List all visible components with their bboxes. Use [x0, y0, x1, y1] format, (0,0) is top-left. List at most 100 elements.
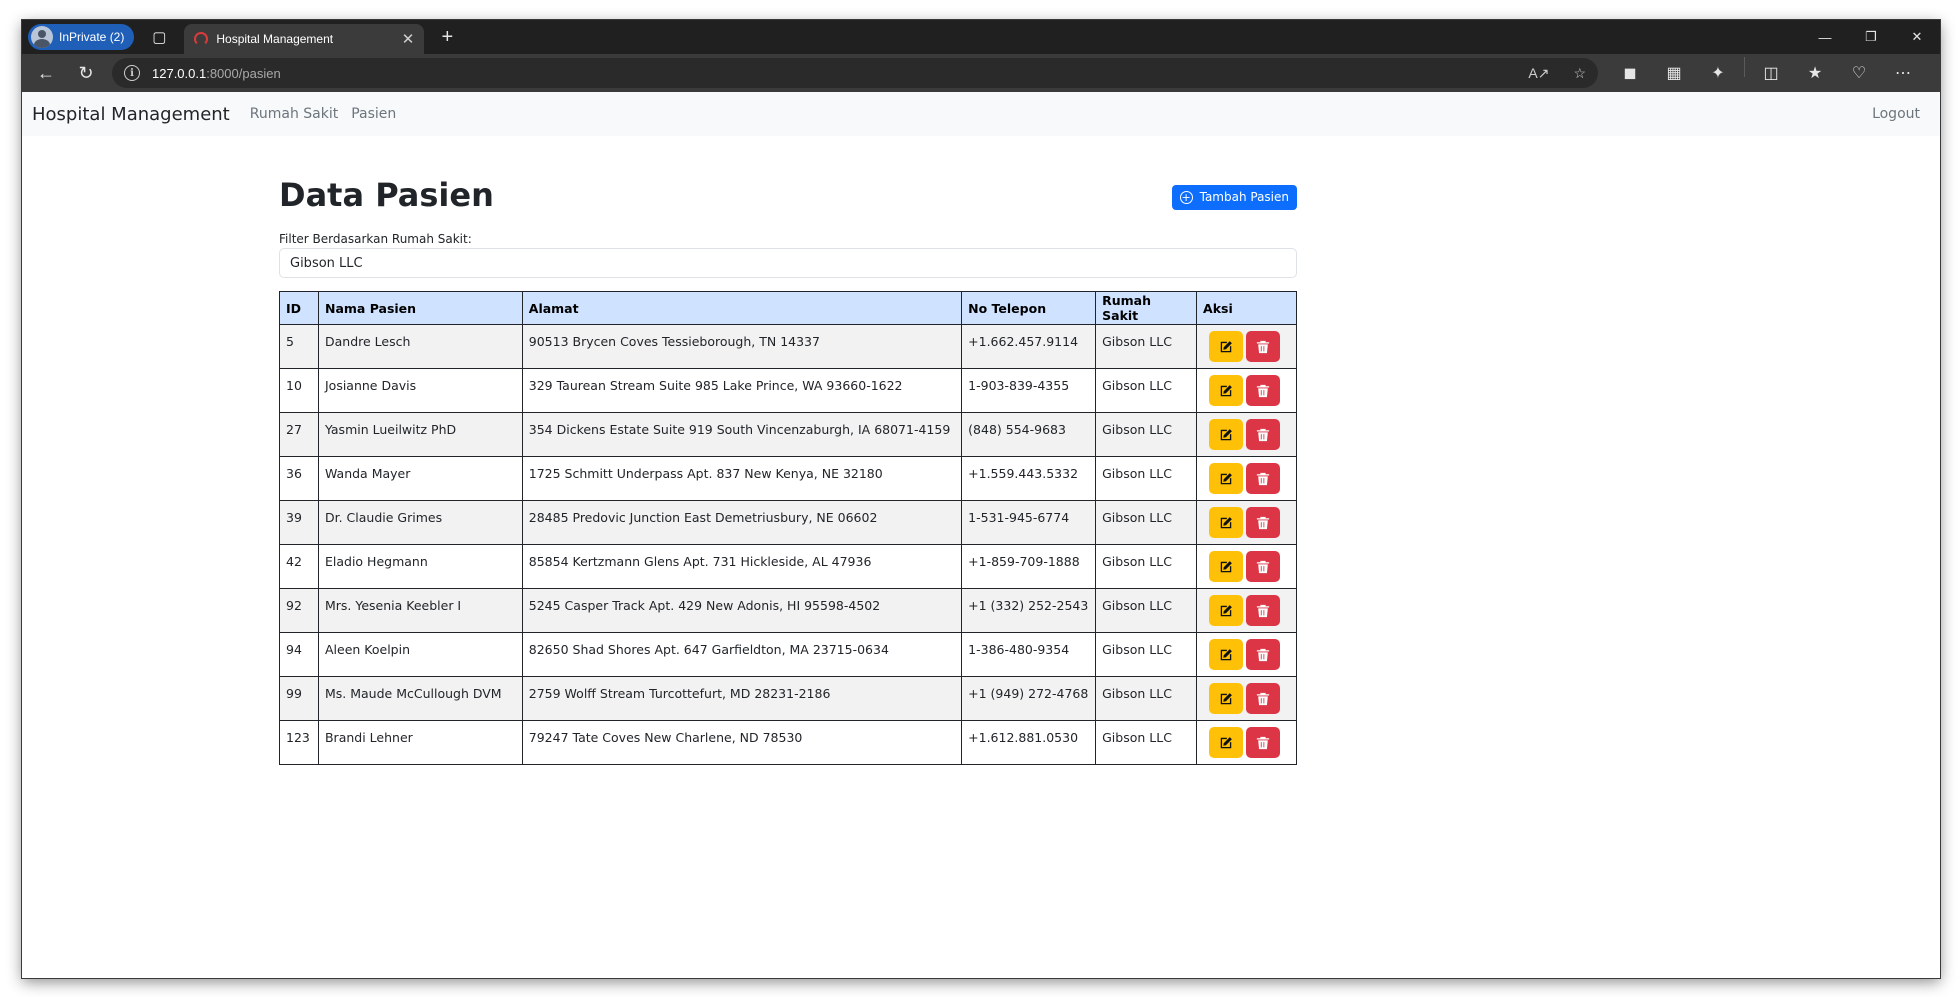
cell-hospital: Gibson LLC	[1095, 544, 1198, 589]
hospital-filter-select[interactable]: Gibson LLC	[279, 248, 1297, 278]
favorites-icon[interactable]: ★	[1793, 57, 1837, 89]
cell-name: Wanda Mayer	[317, 456, 523, 501]
table-row: 94 Aleen Koelpin 82650 Shad Shores Apt. 64…	[279, 632, 1297, 677]
cell-hospital: Gibson LLC	[1095, 676, 1198, 721]
health-icon[interactable]: ♡	[1837, 57, 1881, 89]
cell-hospital: Gibson LLC	[1095, 500, 1198, 545]
column-header-phone: No Telepon	[961, 291, 1097, 325]
edit-icon	[1219, 384, 1233, 398]
page-title: Data Pasien	[279, 176, 494, 214]
cell-id: 94	[279, 632, 319, 677]
cell-phone: +1 (949) 272-4768	[961, 676, 1097, 721]
url-field[interactable]: i 127.0.0.1:8000/pasien A↗ ☆	[112, 58, 1598, 88]
delete-button[interactable]	[1246, 551, 1281, 582]
cell-id: 39	[279, 500, 319, 545]
column-header-id: ID	[279, 291, 319, 325]
edit-button[interactable]	[1209, 331, 1244, 362]
cell-name: Brandi Lehner	[317, 720, 523, 765]
delete-button[interactable]	[1246, 331, 1281, 362]
restore-icon[interactable]: ❐	[1848, 20, 1894, 54]
cell-phone: 1-531-945-6774	[961, 500, 1097, 545]
edit-button[interactable]	[1209, 419, 1244, 450]
favorite-star-icon[interactable]: ☆	[1573, 65, 1586, 82]
cell-actions	[1196, 500, 1297, 545]
logout-link[interactable]: Logout	[1872, 106, 1920, 122]
table-header-row: ID Nama Pasien Alamat No Telepon Rumah S…	[279, 291, 1297, 325]
cell-phone: +1.612.881.0530	[961, 720, 1097, 765]
cell-actions	[1196, 720, 1297, 765]
column-header-address: Alamat	[521, 291, 963, 325]
brand-link[interactable]: Hospital Management	[32, 104, 230, 125]
extension-icon[interactable]: ✦	[1696, 57, 1740, 89]
table-row: 99 Ms. Maude McCullough DVM 2759 Wolff Str…	[279, 676, 1297, 721]
delete-button[interactable]	[1246, 419, 1281, 450]
window-controls: — ❐ ✕	[1802, 20, 1940, 54]
delete-button[interactable]	[1246, 507, 1281, 538]
delete-button[interactable]	[1246, 683, 1281, 714]
trash-icon	[1256, 384, 1270, 398]
browser-window: InPrivate (2) ▢ Hospital Management ✕ + …	[22, 20, 1940, 978]
cell-hospital: Gibson LLC	[1095, 720, 1198, 765]
delete-button[interactable]	[1246, 727, 1281, 758]
cell-id: 92	[279, 588, 319, 633]
edit-button[interactable]	[1209, 551, 1244, 582]
cell-hospital: Gibson LLC	[1095, 368, 1198, 413]
edit-button[interactable]	[1209, 727, 1244, 758]
table-row: 92 Mrs. Yesenia Keebler I 5245 Casper Trac…	[279, 588, 1297, 633]
edit-button[interactable]	[1209, 683, 1244, 714]
nav-link-pasien[interactable]: Pasien	[351, 106, 396, 122]
inprivate-profile-button[interactable]: InPrivate (2)	[28, 24, 135, 50]
read-aloud-icon[interactable]: A↗	[1528, 65, 1549, 82]
cell-phone: 1-903-839-4355	[961, 368, 1097, 413]
cell-phone: (848) 554-9683	[961, 412, 1097, 457]
cell-name: Yasmin Lueilwitz PhD	[317, 412, 523, 457]
cell-actions	[1196, 676, 1297, 721]
table-row: 5 Dandre Lesch 90513 Brycen Coves Tessiebo…	[279, 324, 1297, 369]
table-row: 36 Wanda Mayer 1725 Schmitt Underpass Apt.…	[279, 456, 1297, 501]
trash-icon	[1256, 736, 1270, 750]
trash-icon	[1256, 516, 1270, 530]
edit-icon	[1219, 428, 1233, 442]
edit-icon	[1219, 472, 1233, 486]
delete-button[interactable]	[1246, 595, 1281, 626]
edit-button[interactable]	[1209, 507, 1244, 538]
cell-address: 85854 Kertzmann Glens Apt. 731 Hicklesid…	[521, 544, 963, 589]
tab-hospital-management[interactable]: Hospital Management ✕	[184, 24, 425, 54]
delete-button[interactable]	[1246, 375, 1281, 406]
cell-name: Eladio Hegmann	[317, 544, 523, 589]
close-tab-icon[interactable]: ✕	[402, 30, 415, 48]
trash-icon	[1256, 692, 1270, 706]
refresh-icon[interactable]: ↻	[66, 57, 106, 89]
back-icon[interactable]: ←	[26, 57, 66, 89]
cell-phone: +1.662.457.9114	[961, 324, 1097, 369]
edit-button[interactable]	[1209, 463, 1244, 494]
edit-icon	[1219, 516, 1233, 530]
trash-icon	[1256, 604, 1270, 618]
cell-name: Ms. Maude McCullough DVM	[317, 676, 523, 721]
add-patient-button[interactable]: + Tambah Pasien	[1171, 184, 1297, 210]
extension-icon[interactable]: ▦	[1652, 57, 1696, 89]
cell-address: 5245 Casper Track Apt. 429 New Adonis, H…	[521, 588, 963, 633]
cell-phone: 1-386-480-9354	[961, 632, 1097, 677]
delete-button[interactable]	[1246, 639, 1281, 670]
extension-icon[interactable]: ◼	[1608, 57, 1652, 89]
workspaces-icon[interactable]: ▢	[142, 20, 176, 54]
new-tab-icon[interactable]: +	[430, 20, 464, 54]
more-icon[interactable]: ⋯	[1881, 57, 1925, 89]
minimize-icon[interactable]: —	[1802, 20, 1848, 54]
nav-link-rumah-sakit[interactable]: Rumah Sakit	[250, 106, 338, 122]
edit-button[interactable]	[1209, 595, 1244, 626]
edit-icon	[1219, 604, 1233, 618]
cell-actions	[1196, 324, 1297, 369]
cell-id: 99	[279, 676, 319, 721]
tab-strip: InPrivate (2) ▢ Hospital Management ✕ + …	[22, 20, 1940, 54]
cell-actions	[1196, 632, 1297, 677]
delete-button[interactable]	[1246, 463, 1281, 494]
tab-title: Hospital Management	[216, 32, 334, 46]
plus-circle-icon: +	[1179, 190, 1193, 204]
edit-button[interactable]	[1209, 375, 1244, 406]
info-icon[interactable]: i	[124, 65, 140, 81]
split-screen-icon[interactable]: ◫	[1749, 57, 1793, 89]
edit-button[interactable]	[1209, 639, 1244, 670]
close-window-icon[interactable]: ✕	[1894, 20, 1940, 54]
